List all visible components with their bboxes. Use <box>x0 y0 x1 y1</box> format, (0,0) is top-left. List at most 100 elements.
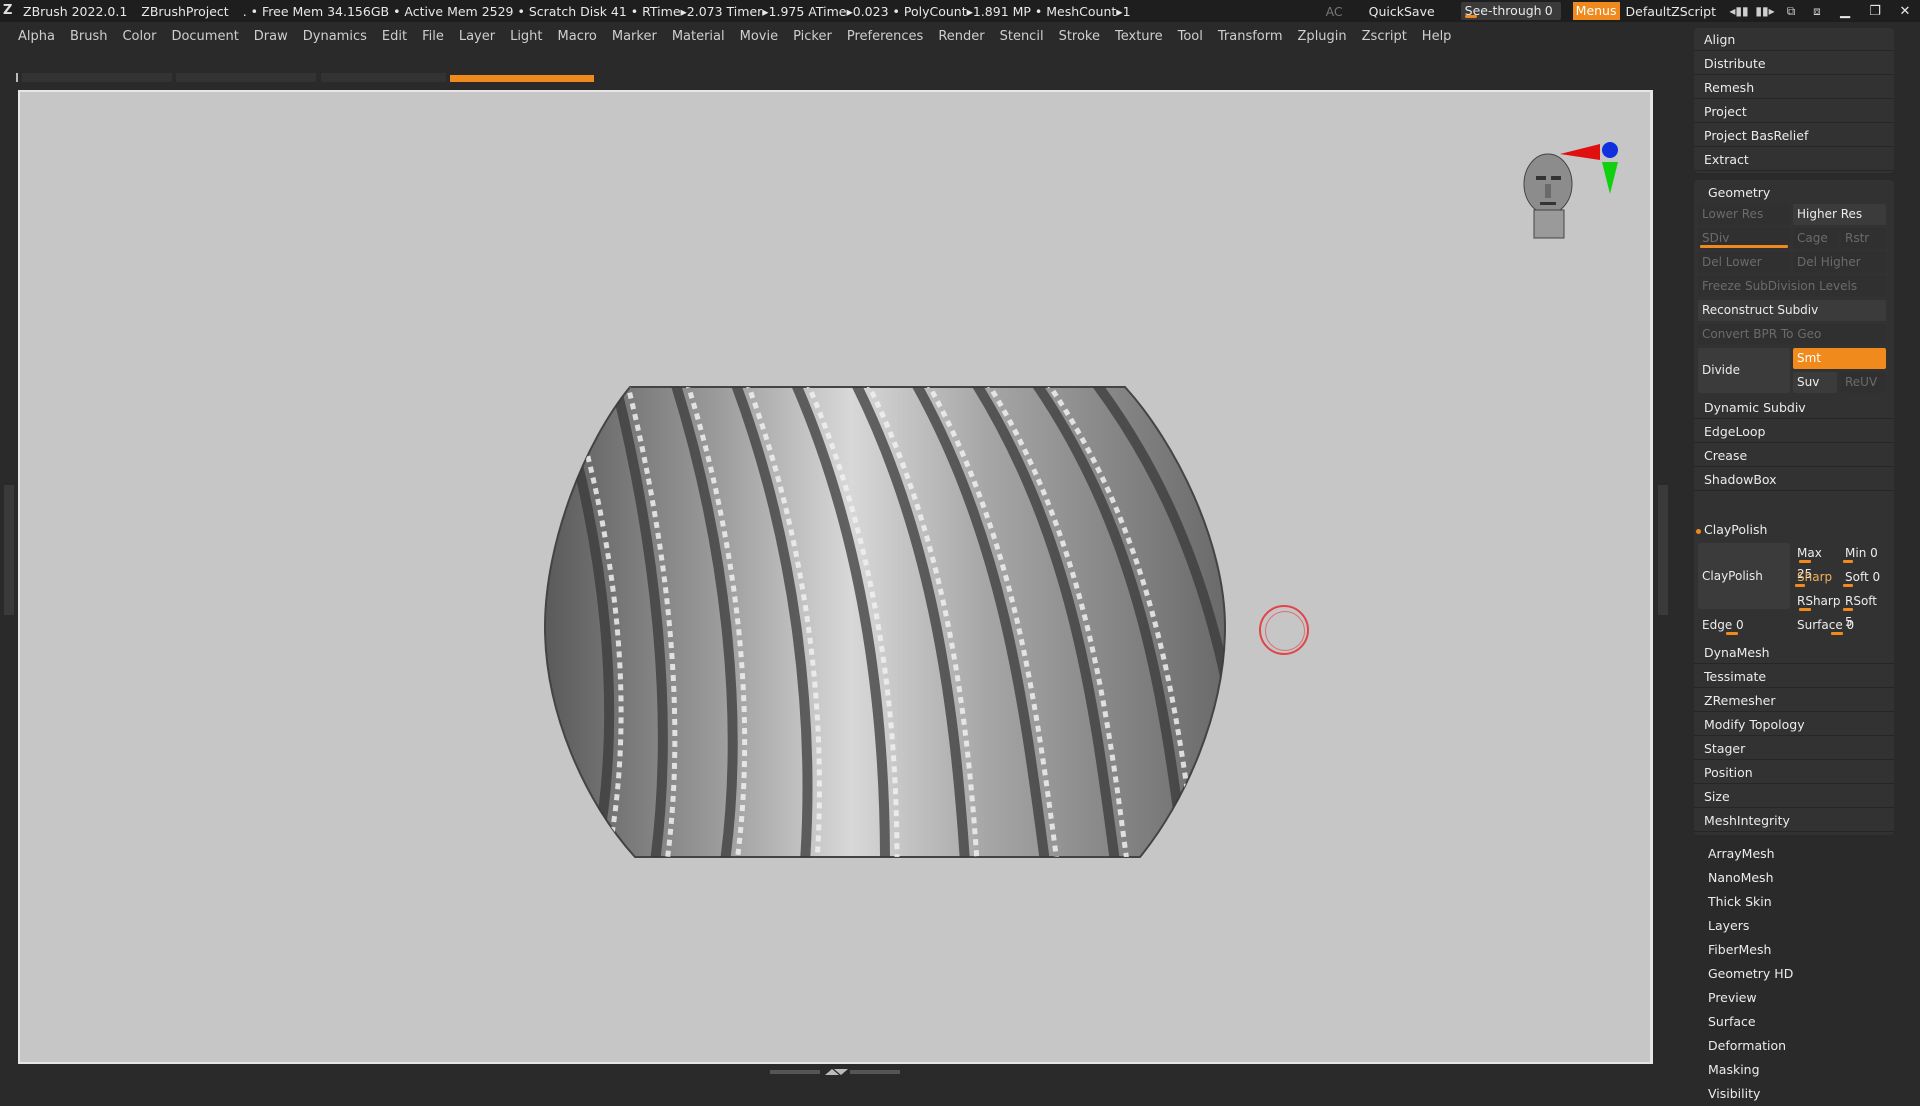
higher-res-button[interactable]: Higher Res <box>1793 204 1886 225</box>
bottom-tray-handle[interactable] <box>770 1068 900 1076</box>
orientation-gizmo[interactable] <box>1520 122 1630 292</box>
layout-prev-icon[interactable]: ◂▮▮ <box>1726 4 1752 18</box>
menu-brush[interactable]: Brush <box>70 29 108 44</box>
menu-color[interactable]: Color <box>122 29 156 44</box>
rsharp-slider[interactable]: RSharp <box>1793 591 1840 612</box>
max-slider[interactable]: Max 25 <box>1793 543 1839 581</box>
freeze-subdivision-button[interactable]: Freeze SubDivision Levels <box>1698 276 1886 297</box>
cage-button[interactable]: Cage <box>1793 228 1839 249</box>
divide-button[interactable]: Divide <box>1698 348 1790 393</box>
reconstruct-subdiv-button[interactable]: Reconstruct Subdiv <box>1698 300 1886 321</box>
menu-movie[interactable]: Movie <box>740 29 778 44</box>
geometry-item-stager[interactable]: Stager <box>1694 738 1894 760</box>
palette-item-project[interactable]: Project <box>1694 101 1894 123</box>
menu-help[interactable]: Help <box>1422 29 1452 44</box>
geometry-item-zremesher[interactable]: ZRemesher <box>1694 690 1894 712</box>
claypolish-header[interactable]: ClayPolish <box>1694 519 1894 541</box>
menu-stencil[interactable]: Stencil <box>1000 29 1044 44</box>
menu-zplugin[interactable]: Zplugin <box>1298 29 1347 44</box>
menu-file[interactable]: File <box>422 29 444 44</box>
sdiv-slider[interactable]: SDiv <box>1698 228 1790 249</box>
rsoft-slider[interactable]: RSoft 5 <box>1841 591 1886 629</box>
geometry-item-size[interactable]: Size <box>1694 786 1894 808</box>
minimize-icon[interactable]: ▁ <box>1830 4 1860 19</box>
palette-item-remesh[interactable]: Remesh <box>1694 77 1894 99</box>
subpalette-layers[interactable]: Layers <box>1708 914 1749 938</box>
vase-mesh[interactable] <box>535 382 1240 862</box>
canvas-viewport[interactable] <box>18 90 1653 1064</box>
rstr-button[interactable]: Rstr <box>1841 228 1886 249</box>
subpalette-nanomesh[interactable]: NanoMesh <box>1708 866 1774 890</box>
geometry-item-position[interactable]: Position <box>1694 762 1894 784</box>
menu-light[interactable]: Light <box>510 29 542 44</box>
geometry-item-crease[interactable]: Crease <box>1694 445 1894 467</box>
geometry-item-dynamic-subdiv[interactable]: Dynamic Subdiv <box>1694 397 1894 419</box>
subpalette-deformation[interactable]: Deformation <box>1708 1034 1786 1058</box>
quicksave-button[interactable]: QuickSave <box>1369 4 1435 19</box>
subpalette-arraymesh[interactable]: ArrayMesh <box>1708 842 1775 866</box>
convert-bpr-button[interactable]: Convert BPR To Geo <box>1698 324 1886 345</box>
lower-res-button[interactable]: Lower Res <box>1698 204 1790 225</box>
geometry-item-shadowbox[interactable]: ShadowBox <box>1694 469 1894 491</box>
see-through-slider[interactable]: See-through 0 <box>1460 2 1561 20</box>
menu-stroke[interactable]: Stroke <box>1059 29 1100 44</box>
geometry-item-meshintegrity[interactable]: MeshIntegrity <box>1694 810 1894 832</box>
menu-texture[interactable]: Texture <box>1115 29 1163 44</box>
menu-alpha[interactable]: Alpha <box>18 29 55 44</box>
claypolish-button[interactable]: ClayPolish <box>1698 543 1790 609</box>
soft-slider[interactable]: Soft 0 <box>1841 567 1886 588</box>
menu-document[interactable]: Document <box>171 29 238 44</box>
subpalette-visibility[interactable]: Visibility <box>1708 1082 1760 1106</box>
menu-layer[interactable]: Layer <box>459 29 495 44</box>
geometry-item-edgeloop[interactable]: EdgeLoop <box>1694 421 1894 443</box>
menu-dynamics[interactable]: Dynamics <box>303 29 367 44</box>
subpalette-thick-skin[interactable]: Thick Skin <box>1708 890 1772 914</box>
ui-swap-icon[interactable]: ⧉ <box>1778 4 1804 19</box>
ui-layout-icon[interactable]: ⧈ <box>1804 4 1830 19</box>
menu-marker[interactable]: Marker <box>612 29 657 44</box>
del-lower-button[interactable]: Del Lower <box>1698 252 1790 273</box>
menu-zscript[interactable]: Zscript <box>1362 29 1407 44</box>
subpalette-geometry-hd[interactable]: Geometry HD <box>1708 962 1793 986</box>
menu-material[interactable]: Material <box>672 29 725 44</box>
palette-item-distribute[interactable]: Distribute <box>1694 53 1894 75</box>
edge-slider[interactable]: Edge 0 <box>1698 615 1790 636</box>
menus-toggle-button[interactable]: Menus <box>1572 2 1620 20</box>
palette-item-align[interactable]: Align <box>1694 29 1894 51</box>
subpalette-surface[interactable]: Surface <box>1708 1010 1756 1034</box>
menu-draw[interactable]: Draw <box>254 29 288 44</box>
palette-item-project-basrelief[interactable]: Project BasRelief <box>1694 125 1894 147</box>
menu-picker[interactable]: Picker <box>793 29 832 44</box>
layout-next-icon[interactable]: ▮▮▸ <box>1752 4 1778 18</box>
smt-toggle[interactable]: Smt <box>1793 348 1886 369</box>
menu-transform[interactable]: Transform <box>1218 29 1283 44</box>
default-zscript-button[interactable]: DefaultZScript <box>1626 4 1717 19</box>
del-higher-button[interactable]: Del Higher <box>1793 252 1886 273</box>
menu-tool[interactable]: Tool <box>1178 29 1203 44</box>
right-tray-handle[interactable] <box>1658 485 1668 615</box>
min-slider[interactable]: Min 0 <box>1841 543 1886 564</box>
menu-macro[interactable]: Macro <box>558 29 597 44</box>
tab-slot[interactable] <box>22 73 172 82</box>
geometry-header[interactable]: Geometry <box>1694 182 1894 204</box>
menu-preferences[interactable]: Preferences <box>847 29 923 44</box>
reuv-button[interactable]: ReUV <box>1841 372 1886 393</box>
palette-item-extract[interactable]: Extract <box>1694 149 1894 171</box>
surface-slider[interactable]: Surface 0 <box>1793 615 1886 636</box>
suv-toggle[interactable]: Suv <box>1793 372 1837 393</box>
geometry-item-modify-topology[interactable]: Modify Topology <box>1694 714 1894 736</box>
close-icon[interactable]: ✕ <box>1890 4 1920 19</box>
geometry-item-dynamesh[interactable]: DynaMesh <box>1694 642 1894 664</box>
left-tray-handle[interactable] <box>4 485 14 615</box>
menu-edit[interactable]: Edit <box>382 29 407 44</box>
geometry-item-tessimate[interactable]: Tessimate <box>1694 666 1894 688</box>
tab-slot[interactable] <box>176 73 316 82</box>
ac-button[interactable]: AC <box>1326 4 1343 19</box>
tab-slot[interactable] <box>321 73 446 82</box>
subpalette-fibermesh[interactable]: FiberMesh <box>1708 938 1771 962</box>
active-tab-indicator[interactable] <box>450 75 594 82</box>
subpalette-preview[interactable]: Preview <box>1708 986 1757 1010</box>
menu-render[interactable]: Render <box>938 29 984 44</box>
subpalette-masking[interactable]: Masking <box>1708 1058 1760 1082</box>
restore-icon[interactable]: ❐ <box>1860 4 1890 19</box>
